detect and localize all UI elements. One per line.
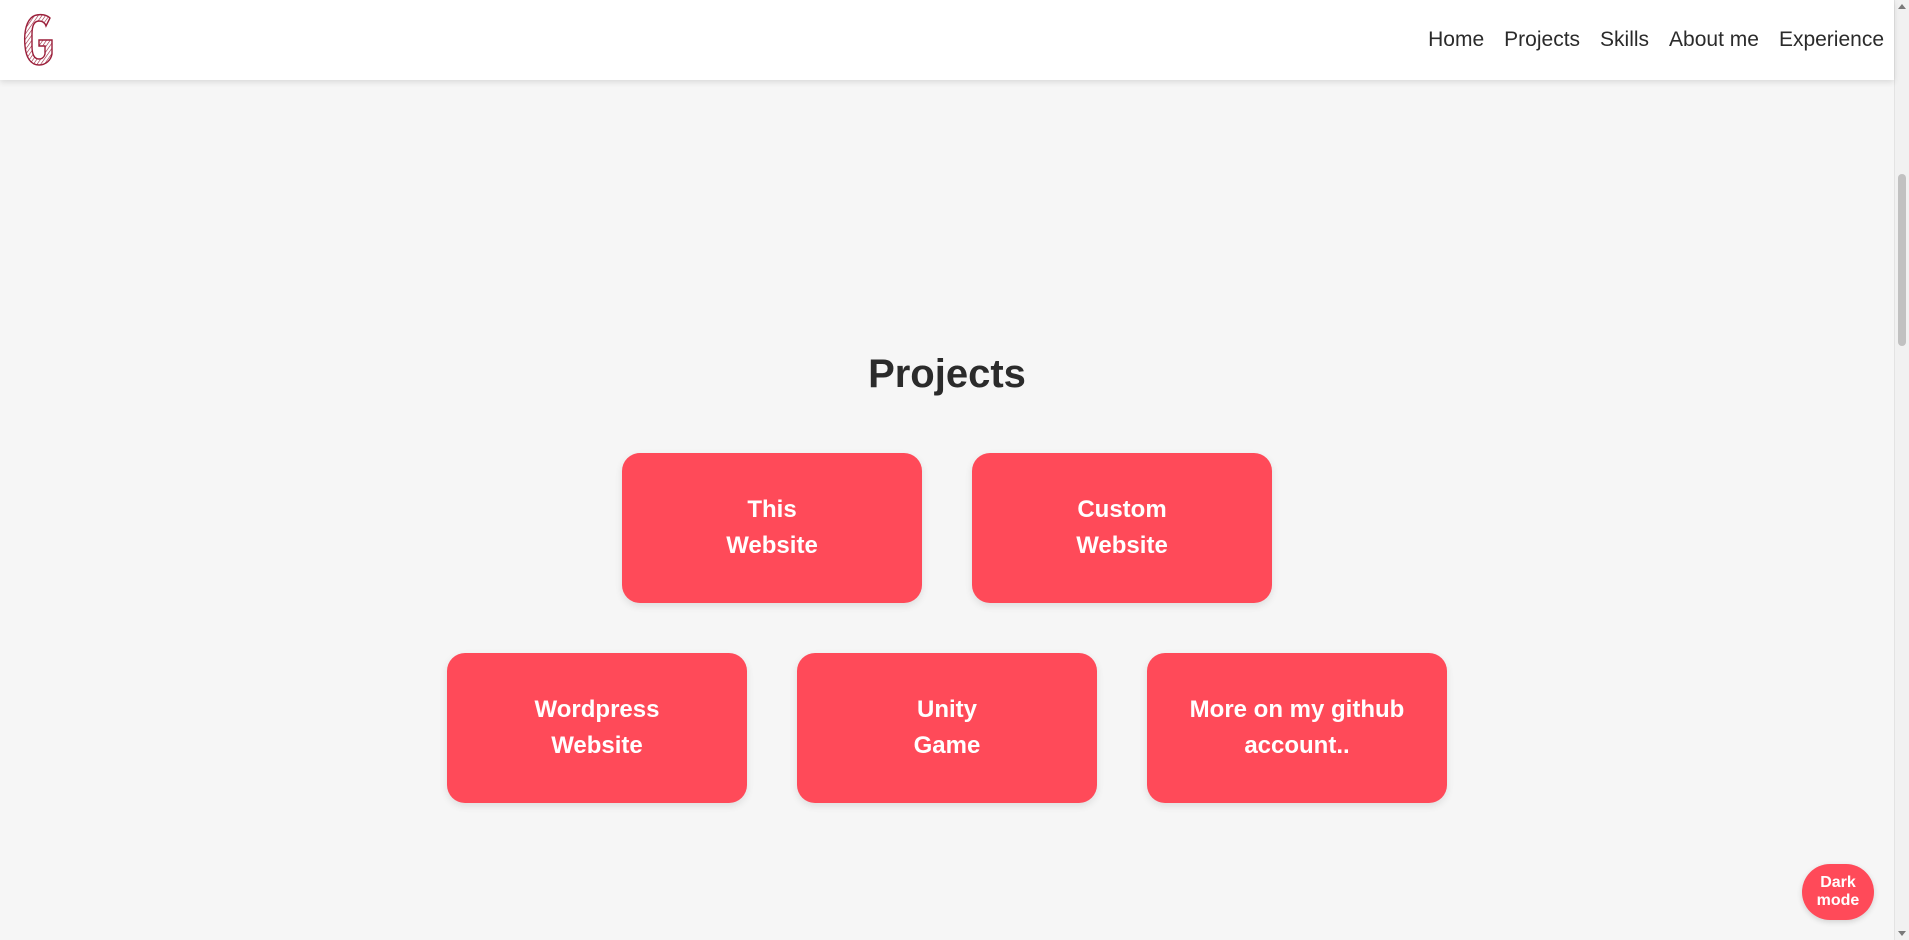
- nav-home[interactable]: Home: [1428, 28, 1484, 52]
- nav-about-me[interactable]: About me: [1669, 28, 1759, 52]
- top-navbar: Home Projects Skills About me Experience: [0, 0, 1894, 80]
- nav-projects[interactable]: Projects: [1504, 28, 1580, 52]
- project-card-label: Unity Game: [913, 696, 981, 759]
- nav-experience[interactable]: Experience: [1779, 28, 1884, 52]
- scroll-down-arrow-icon[interactable]: [1898, 931, 1906, 936]
- site-logo[interactable]: [22, 12, 56, 68]
- project-card-custom-website[interactable]: Custom Website: [972, 453, 1272, 603]
- project-card-label: Wordpress Website: [534, 696, 660, 759]
- project-card-this-website[interactable]: This Website: [622, 453, 922, 603]
- projects-heading: Projects: [868, 352, 1026, 396]
- nav-skills[interactable]: Skills: [1600, 28, 1649, 52]
- project-card-wordpress-website[interactable]: Wordpress Website: [447, 653, 747, 803]
- project-card-label: More on my github account..: [1189, 696, 1405, 759]
- project-card-label: This Website: [726, 496, 818, 559]
- dark-mode-button[interactable]: Dark mode: [1802, 864, 1874, 920]
- main-nav: Home Projects Skills About me Experience: [1428, 0, 1884, 80]
- scrollbar-thumb[interactable]: [1898, 174, 1906, 346]
- project-card-github[interactable]: More on my github account..: [1147, 653, 1447, 803]
- project-card-label: Custom Website: [1076, 496, 1168, 559]
- scroll-up-arrow-icon[interactable]: [1898, 4, 1906, 9]
- g-logo-icon: [23, 13, 53, 66]
- page: Home Projects Skills About me Experience…: [0, 0, 1909, 940]
- vertical-scrollbar[interactable]: [1894, 0, 1909, 940]
- project-card-unity-game[interactable]: Unity Game: [797, 653, 1097, 803]
